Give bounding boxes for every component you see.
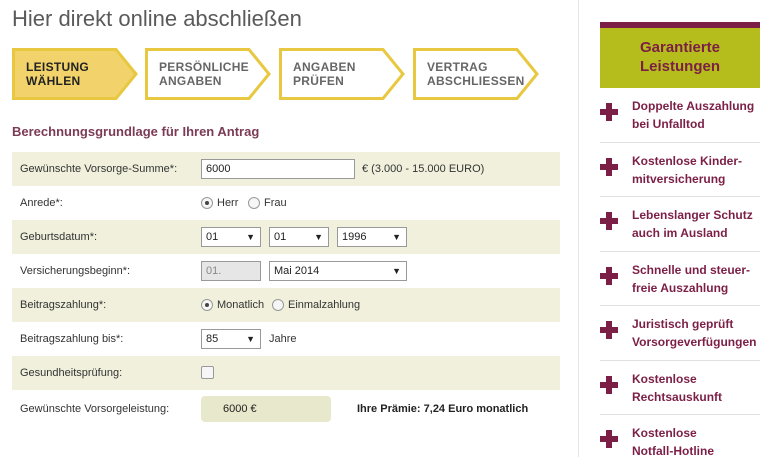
step-label: LEISTUNG WÄHLEN <box>26 60 90 88</box>
birth-day-value: 01 <box>206 231 219 243</box>
step-label: PERSÖNLICHE ANGABEN <box>159 60 249 88</box>
chevron-down-icon: ▼ <box>392 232 401 242</box>
chevron-down-icon: ▼ <box>246 232 255 242</box>
radio-herr[interactable] <box>201 197 213 209</box>
result-label: Gewünschte Vorsorgeleistung: <box>20 403 170 415</box>
benefit-item: Doppelte Auszahlung bei Unfalltod <box>600 88 760 143</box>
health-label: Gesundheitsprüfung: <box>20 367 123 379</box>
radio-monatlich[interactable] <box>201 299 213 311</box>
plus-icon <box>600 157 618 176</box>
benefit-item: Kostenlose Notfall-Hotline <box>600 415 760 457</box>
benefit-item: Schnelle und steuer- freie Auszahlung <box>600 252 760 306</box>
plus-icon <box>600 321 618 339</box>
radio-einmalzahlung[interactable] <box>272 299 284 311</box>
sum-input[interactable]: 6000 <box>201 159 355 179</box>
start-day-input: 01. <box>201 261 261 281</box>
benefit-text: Kostenlose Kinder- mitversicherung <box>632 153 743 186</box>
page-title: Hier direkt online abschließen <box>12 6 302 31</box>
payment-until-label: Beitragszahlung bis*: <box>20 333 124 345</box>
chevron-down-icon: ▼ <box>246 334 255 344</box>
benefit-text: Schnelle und steuer- freie Auszahlung <box>632 262 751 295</box>
step-label: ANGABEN PRÜFEN <box>293 60 356 88</box>
sum-label: Gewünschte Vorsorge-Summe*: <box>20 163 178 175</box>
health-checkbox[interactable] <box>201 366 214 379</box>
benefit-text: Kostenlose Notfall-Hotline <box>632 426 714 457</box>
premium-text: Ihre Prämie: 7,24 Euro monatlich <box>357 403 529 415</box>
result-value-box: 6000 € <box>201 396 331 422</box>
row-beitragszahlung: Beitragszahlung*: Monatlich Einmalzahlun… <box>12 288 560 322</box>
birth-year-select[interactable]: 1996 ▼ <box>337 227 407 247</box>
row-geburtsdatum: Geburtsdatum*: 01 ▼ 01 ▼ 1996 ▼ <box>12 220 560 254</box>
benefits-header: Garantierte Leistungen <box>600 22 760 88</box>
birth-month-select[interactable]: 01 ▼ <box>269 227 329 247</box>
birth-day-select[interactable]: 01 ▼ <box>201 227 261 247</box>
payment-label: Beitragszahlung*: <box>20 299 107 311</box>
step-vertrag-abschliessen[interactable]: VERTRAG ABSCHLIESSEN <box>413 48 539 100</box>
row-gesundheitspruefung: Gesundheitsprüfung: <box>12 356 560 390</box>
birth-year-value: 1996 <box>342 231 367 243</box>
salutation-label: Anrede*: <box>20 197 63 209</box>
step-leistung-waehlen[interactable]: LEISTUNG WÄHLEN <box>12 48 138 100</box>
start-month-value: Mai 2014 <box>274 265 320 277</box>
start-label: Versicherungsbeginn*: <box>20 265 131 277</box>
payment-until-unit: Jahre <box>269 333 297 345</box>
start-month-select[interactable]: Mai 2014 ▼ <box>269 261 407 281</box>
plus-icon <box>600 430 618 448</box>
benefit-text: Kostenlose Rechtsauskunft <box>632 371 723 404</box>
benefit-text: Juristisch geprüft Vorsorgeverfügungen <box>632 317 757 349</box>
row-vorsorge-summe: Gewünschte Vorsorge-Summe*: 6000 € (3.00… <box>12 152 560 186</box>
benefits-title: Garantierte Leistungen <box>639 39 721 75</box>
benefits-panel: Garantierte Leistungen Doppelte Auszahlu… <box>600 22 760 457</box>
step-persoenliche-angaben[interactable]: PERSÖNLICHE ANGABEN <box>145 48 271 100</box>
step-angaben-pruefen[interactable]: ANGABEN PRÜFEN <box>279 48 405 100</box>
section-title: Berechnungsgrundlage für Ihren Antrag <box>12 124 260 139</box>
row-beitragszahlung-bis: Beitragszahlung bis*: 85 ▼ Jahre <box>12 322 560 356</box>
row-anrede: Anrede*: Herr Frau <box>12 186 560 220</box>
birth-month-value: 01 <box>274 231 287 243</box>
step-label: VERTRAG ABSCHLIESSEN <box>427 60 525 88</box>
benefit-item: Kostenlose Rechtsauskunft <box>600 361 760 415</box>
radio-frau-label[interactable]: Frau <box>264 197 287 209</box>
sum-range-hint: € (3.000 - 15.000 EURO) <box>362 163 485 175</box>
plus-icon <box>600 375 618 394</box>
plus-icon <box>600 266 618 285</box>
benefit-item: Juristisch geprüft Vorsorgeverfügungen <box>600 306 760 361</box>
benefit-text: Doppelte Auszahlung bei Unfalltod <box>632 99 755 131</box>
radio-herr-label[interactable]: Herr <box>217 197 238 209</box>
benefit-item: Lebenslanger Schutz auch im Ausland <box>600 197 760 252</box>
row-versicherungsbeginn: Versicherungsbeginn*: 01. Mai 2014 ▼ <box>12 254 560 288</box>
plus-icon <box>600 103 618 121</box>
chevron-down-icon: ▼ <box>392 266 401 276</box>
column-divider <box>578 0 579 457</box>
chevron-down-icon: ▼ <box>314 232 323 242</box>
radio-frau[interactable] <box>248 197 260 209</box>
benefit-text: Lebenslanger Schutz auch im Ausland <box>632 208 753 240</box>
radio-monatlich-label[interactable]: Monatlich <box>217 299 264 311</box>
calculation-form: Gewünschte Vorsorge-Summe*: 6000 € (3.00… <box>12 152 560 422</box>
payment-until-value: 85 <box>206 333 219 345</box>
payment-until-select[interactable]: 85 ▼ <box>201 329 261 349</box>
birthdate-label: Geburtsdatum*: <box>20 231 98 243</box>
benefit-item: Kostenlose Kinder- mitversicherung <box>600 143 760 197</box>
progress-steps: LEISTUNG WÄHLEN PERSÖNLICHE ANGABEN ANGA… <box>12 48 552 100</box>
plus-icon <box>600 212 618 230</box>
radio-einmalzahlung-label[interactable]: Einmalzahlung <box>288 299 360 311</box>
